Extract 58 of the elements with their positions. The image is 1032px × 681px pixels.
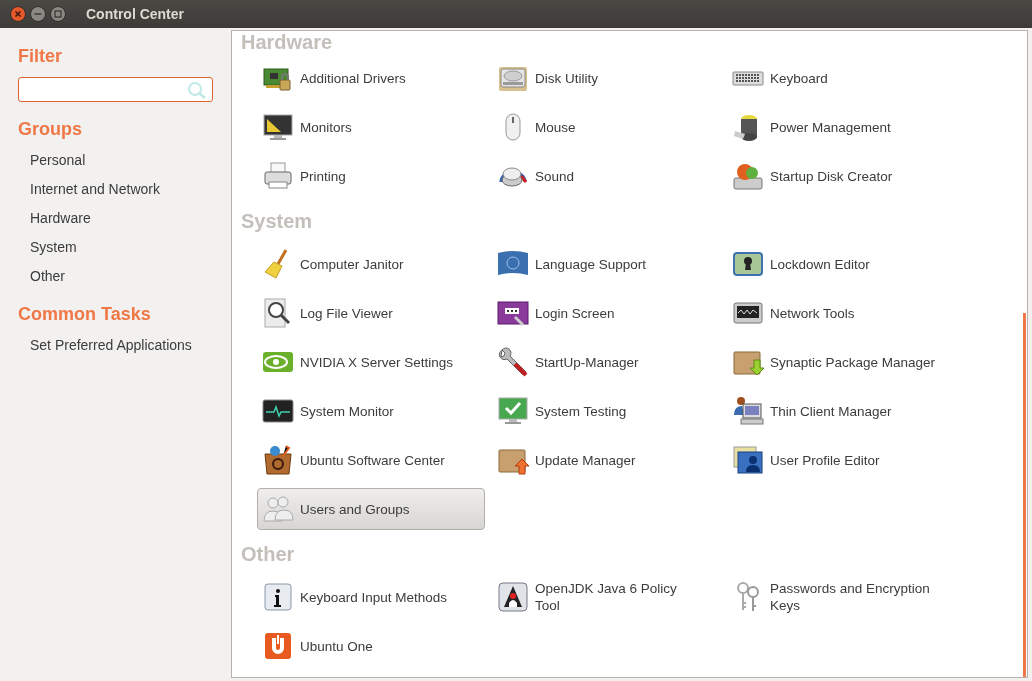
checkmark-monitor-icon bbox=[497, 395, 529, 427]
launcher-item[interactable]: Mouse bbox=[492, 106, 720, 148]
launcher-item[interactable]: Printing bbox=[257, 155, 485, 197]
launcher-item[interactable]: StartUp-Manager bbox=[492, 341, 720, 383]
filter-field[interactable] bbox=[18, 77, 213, 102]
profile-card-icon bbox=[732, 444, 764, 476]
launcher-item[interactable]: Sound bbox=[492, 155, 720, 197]
search-icon bbox=[186, 80, 208, 99]
minimize-icon[interactable] bbox=[30, 6, 46, 22]
sidebar-link[interactable]: Hardware bbox=[30, 204, 91, 233]
sidebar-link[interactable]: Other bbox=[30, 262, 65, 291]
launcher-item[interactable]: Ubuntu One bbox=[257, 625, 485, 667]
section-heading: Hardware bbox=[241, 31, 333, 55]
launcher-item[interactable]: Passwords and Encryption Keys bbox=[727, 576, 955, 618]
section-heading: Other bbox=[241, 542, 295, 567]
launcher-item[interactable]: Disk Utility bbox=[492, 57, 720, 99]
launcher-item[interactable]: Users and Groups bbox=[257, 488, 485, 530]
launcher-item[interactable]: Network Tools bbox=[727, 292, 955, 334]
launcher-item[interactable]: Monitors bbox=[257, 106, 485, 148]
launcher-item[interactable]: Computer Janitor bbox=[257, 243, 485, 285]
launcher-item[interactable]: Keyboard bbox=[727, 57, 955, 99]
section-heading: Common Tasks bbox=[18, 303, 152, 325]
launcher-item[interactable]: System Testing bbox=[492, 390, 720, 432]
person-computer-icon bbox=[732, 395, 764, 427]
launcher-item[interactable]: Additional Drivers bbox=[257, 57, 485, 99]
launcher-item[interactable]: NVIDIA X Server Settings bbox=[257, 341, 485, 383]
launcher-item[interactable]: Ubuntu Software Center bbox=[257, 439, 485, 481]
launcher-item[interactable]: OpenJDK Java 6 Policy Tool bbox=[492, 576, 720, 618]
users-icon bbox=[262, 493, 294, 525]
info-icon bbox=[262, 581, 294, 613]
launcher-item[interactable]: Startup Disk Creator bbox=[727, 155, 955, 197]
section-heading: Groups bbox=[18, 118, 83, 140]
launcher-item[interactable]: User Profile Editor bbox=[727, 439, 955, 481]
launcher-item[interactable]: Keyboard Input Methods bbox=[257, 576, 485, 618]
sidebar-link[interactable]: Internet and Network bbox=[30, 175, 160, 204]
section-heading: System bbox=[241, 209, 313, 234]
sidebar-link[interactable]: Personal bbox=[30, 146, 86, 175]
launcher-item[interactable]: Thin Client Manager bbox=[727, 390, 955, 432]
printer-icon bbox=[262, 160, 294, 192]
wrench-icon bbox=[497, 346, 529, 378]
shopping-bag-icon bbox=[262, 444, 294, 476]
launcher-item[interactable]: Lockdown Editor bbox=[727, 243, 955, 285]
scrollbar-thumb[interactable] bbox=[1023, 313, 1026, 677]
u-logo-icon bbox=[262, 630, 294, 662]
window-title: Control Center bbox=[86, 6, 184, 22]
launcher-item[interactable]: Synaptic Package Manager bbox=[727, 341, 955, 383]
monitor-icon bbox=[262, 111, 294, 143]
launcher-item[interactable]: System Monitor bbox=[257, 390, 485, 432]
launcher-item[interactable]: Update Manager bbox=[492, 439, 720, 481]
section-heading: Filter bbox=[18, 45, 63, 67]
launcher-item[interactable]: Login Screen bbox=[492, 292, 720, 334]
close-icon[interactable] bbox=[10, 6, 26, 22]
launcher-item[interactable]: Log File Viewer bbox=[257, 292, 485, 334]
maximize-icon[interactable] bbox=[50, 6, 66, 22]
launcher-item[interactable]: Language Support bbox=[492, 243, 720, 285]
launcher-item[interactable]: Power Management bbox=[727, 106, 955, 148]
sidebar-link[interactable]: System bbox=[30, 233, 77, 262]
sidebar-link[interactable]: Set Preferred Applications bbox=[30, 331, 192, 360]
